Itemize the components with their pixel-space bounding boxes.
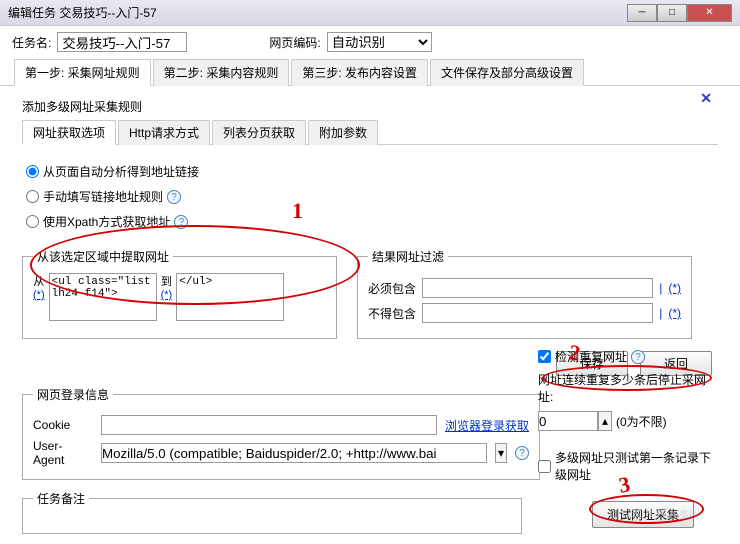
- login-info-fieldset: 网页登录信息 Cookie 浏览器登录获取 User-Agent ▾ ?: [22, 386, 540, 480]
- radio-manual-label: 手动填写链接地址规则: [43, 188, 163, 205]
- close-icon[interactable]: ✕: [700, 90, 712, 107]
- login-legend: 网页登录信息: [33, 386, 113, 403]
- help-icon[interactable]: ?: [174, 215, 188, 229]
- subtab-http[interactable]: Http请求方式: [118, 120, 210, 145]
- encoding-select[interactable]: 自动识别: [327, 32, 432, 52]
- add-rule-title: 添加多级网址采集规则: [22, 98, 718, 115]
- radio-manual[interactable]: [26, 190, 39, 203]
- stop-hint: (0为不限): [616, 413, 667, 430]
- to-star-link[interactable]: (*): [161, 289, 173, 301]
- subtab-extra[interactable]: 附加参数: [308, 120, 378, 145]
- tab-step3[interactable]: 第三步: 发布内容设置: [291, 59, 428, 86]
- encoding-label: 网页编码:: [269, 34, 320, 51]
- from-textarea[interactable]: <ul class="list lh24 f14">: [49, 273, 157, 321]
- test-collect-button[interactable]: 测试网址采集: [592, 501, 694, 528]
- window-titlebar: 编辑任务 交易技巧--入门-57 ─ □ ✕: [0, 0, 740, 26]
- window-title: 编辑任务 交易技巧--入门-57: [8, 4, 157, 21]
- filter-fieldset: 结果网址过滤 必须包含 | (*) 不得包含 | (*): [357, 248, 692, 339]
- task-name-label: 任务名:: [12, 34, 51, 51]
- cookie-label: Cookie: [33, 418, 93, 432]
- must-contain-label: 必须包含: [368, 280, 416, 297]
- task-header-row: 任务名: 网页编码: 自动识别: [0, 26, 740, 58]
- multilevel-checkbox[interactable]: [538, 460, 551, 473]
- help-icon[interactable]: ?: [167, 190, 181, 204]
- must-not-label: 不得包含: [368, 305, 416, 322]
- ua-input[interactable]: [101, 443, 487, 463]
- tab-step4[interactable]: 文件保存及部分高级设置: [430, 59, 584, 86]
- from-label: 从: [33, 273, 44, 289]
- task-name-input[interactable]: [57, 32, 187, 52]
- notmust-star[interactable]: (*): [668, 306, 681, 320]
- to-textarea[interactable]: </ul>: [176, 273, 284, 321]
- cookie-input[interactable]: [101, 415, 437, 435]
- help-icon[interactable]: ?: [515, 446, 529, 460]
- subtab-pagination[interactable]: 列表分页获取: [212, 120, 306, 145]
- maximize-button[interactable]: □: [657, 4, 687, 22]
- remark-fieldset: 任务备注: [22, 490, 522, 534]
- filter-legend: 结果网址过滤: [368, 248, 448, 265]
- browser-login-link[interactable]: 浏览器登录获取: [445, 417, 529, 434]
- dup-check-checkbox[interactable]: [538, 350, 551, 363]
- sub-tabs: 网址获取选项 Http请求方式 列表分页获取 附加参数: [22, 119, 718, 145]
- tab-step2[interactable]: 第二步: 采集内容规则: [153, 59, 290, 86]
- radio-auto-analyze[interactable]: [26, 165, 39, 178]
- window-controls: ─ □ ✕: [627, 4, 732, 22]
- radio-xpath[interactable]: [26, 215, 39, 228]
- spinner-icon[interactable]: ▴: [598, 411, 612, 431]
- step-tabs: 第一步: 采集网址规则 第二步: 采集内容规则 第三步: 发布内容设置 文件保存…: [0, 58, 740, 86]
- extract-legend: 从该选定区域中提取网址: [33, 248, 173, 265]
- must-not-input[interactable]: [422, 303, 653, 323]
- must-star[interactable]: (*): [668, 281, 681, 295]
- url-mode-radios: 从页面自动分析得到地址链接 手动填写链接地址规则 ? 使用Xpath方式获取地址…: [22, 145, 718, 242]
- two-column: 从该选定区域中提取网址 从 (*) <ul class="list lh24 f…: [22, 248, 718, 339]
- tab-step1[interactable]: 第一步: 采集网址规则: [14, 59, 151, 86]
- must-contain-input[interactable]: [422, 278, 653, 298]
- remark-legend: 任务备注: [33, 490, 89, 507]
- stop-count-input[interactable]: [538, 411, 598, 431]
- from-star-link[interactable]: (*): [33, 289, 45, 301]
- help-icon[interactable]: ?: [631, 350, 645, 364]
- ua-dropdown-icon[interactable]: ▾: [495, 443, 507, 463]
- multilevel-label: 多级网址只测试第一条记录下级网址: [555, 449, 718, 483]
- notmust-pipe[interactable]: |: [659, 306, 662, 320]
- radio-auto-label: 从页面自动分析得到地址链接: [43, 163, 199, 180]
- must-pipe[interactable]: |: [659, 281, 662, 295]
- stop-label: 网址连续重复多少条后停止采网址:: [538, 373, 706, 404]
- close-button[interactable]: ✕: [687, 4, 732, 22]
- minimize-button[interactable]: ─: [627, 4, 657, 22]
- radio-xpath-label: 使用Xpath方式获取地址: [43, 213, 170, 230]
- dup-check-label: 检测重复网址: [555, 348, 627, 365]
- extract-region-fieldset: 从该选定区域中提取网址 从 (*) <ul class="list lh24 f…: [22, 248, 337, 339]
- ua-label: User-Agent: [33, 439, 93, 467]
- right-panel: 检测重复网址 ? 网址连续重复多少条后停止采网址: ▴ (0为不限) 多级网址只…: [538, 342, 718, 489]
- to-label: 到: [161, 273, 172, 289]
- subtab-url-options[interactable]: 网址获取选项: [22, 120, 116, 145]
